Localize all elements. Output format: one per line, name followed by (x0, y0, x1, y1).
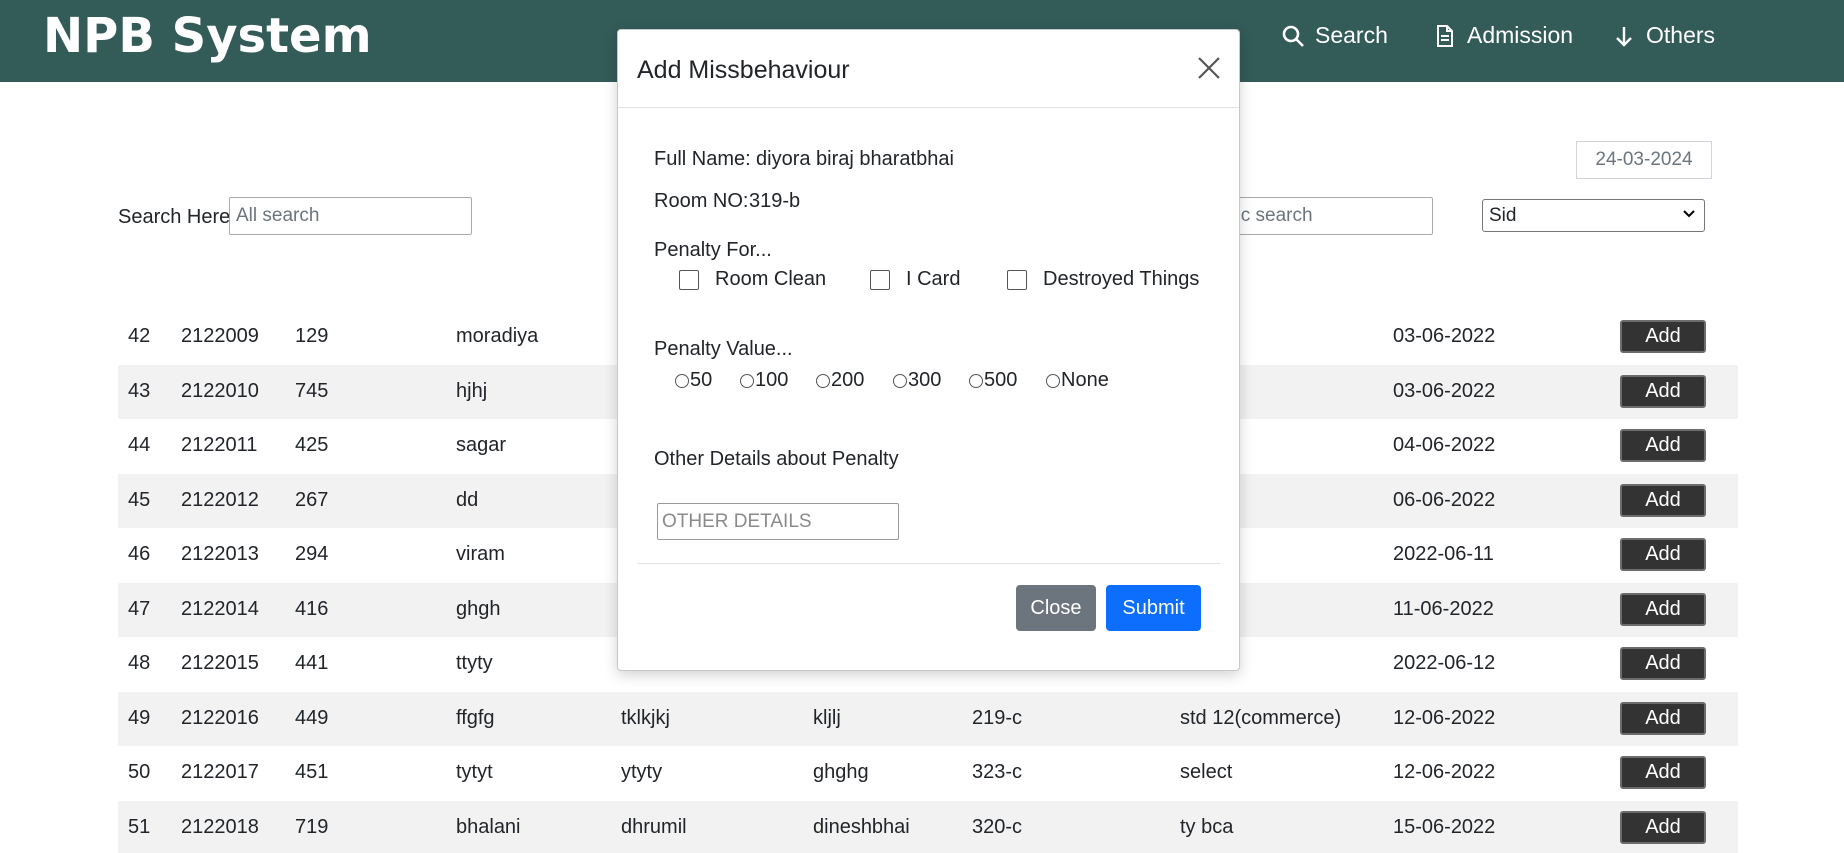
destroyed-things-checkbox[interactable] (1007, 270, 1027, 290)
penalty-none-radio[interactable] (1046, 374, 1060, 388)
penalty-100-radio[interactable] (740, 374, 754, 388)
penalty-value-label: Penalty Value... (654, 338, 793, 360)
penalty-500-radio[interactable] (969, 374, 983, 388)
icard-label: I Card (906, 268, 961, 290)
penalty-for-label: Penalty For... (654, 239, 772, 261)
penalty-500-label: 500 (984, 369, 1018, 391)
room-label: Room NO: (654, 190, 749, 212)
penalty-none-label: None (1061, 369, 1109, 391)
other-details-label: Other Details about Penalty (654, 448, 899, 470)
room-clean-checkbox[interactable] (679, 270, 699, 290)
penalty-200-radio[interactable] (816, 374, 830, 388)
other-details-placeholder: OTHER DETAILS (662, 510, 812, 532)
other-details-input[interactable]: OTHER DETAILS (657, 503, 899, 540)
modal-header: Add Missbehaviour (618, 30, 1239, 108)
penalty-50-label: 50 (690, 369, 713, 391)
destroyed-things-label: Destroyed Things (1043, 268, 1200, 290)
penalty-300-label: 300 (908, 369, 942, 391)
penalty-100-label: 100 (755, 369, 789, 391)
icard-checkbox[interactable] (870, 270, 890, 290)
add-missbehaviour-modal: Add Missbehaviour Full Name: diyora bira… (617, 29, 1240, 671)
room-clean-label: Room Clean (715, 268, 827, 290)
close-button[interactable]: Close (1016, 585, 1096, 631)
room-value: 319-b (749, 190, 801, 212)
modal-title: Add Missbehaviour (637, 56, 850, 84)
penalty-300-radio[interactable] (893, 374, 907, 388)
full-name-value: diyora biraj bharatbhai (756, 148, 954, 170)
full-name-label: Full Name: (654, 148, 751, 170)
penalty-50-radio[interactable] (675, 374, 689, 388)
penalty-200-label: 200 (831, 369, 865, 391)
close-icon[interactable] (1195, 54, 1223, 82)
submit-button[interactable]: Submit (1106, 585, 1201, 631)
modal-divider (637, 563, 1220, 564)
